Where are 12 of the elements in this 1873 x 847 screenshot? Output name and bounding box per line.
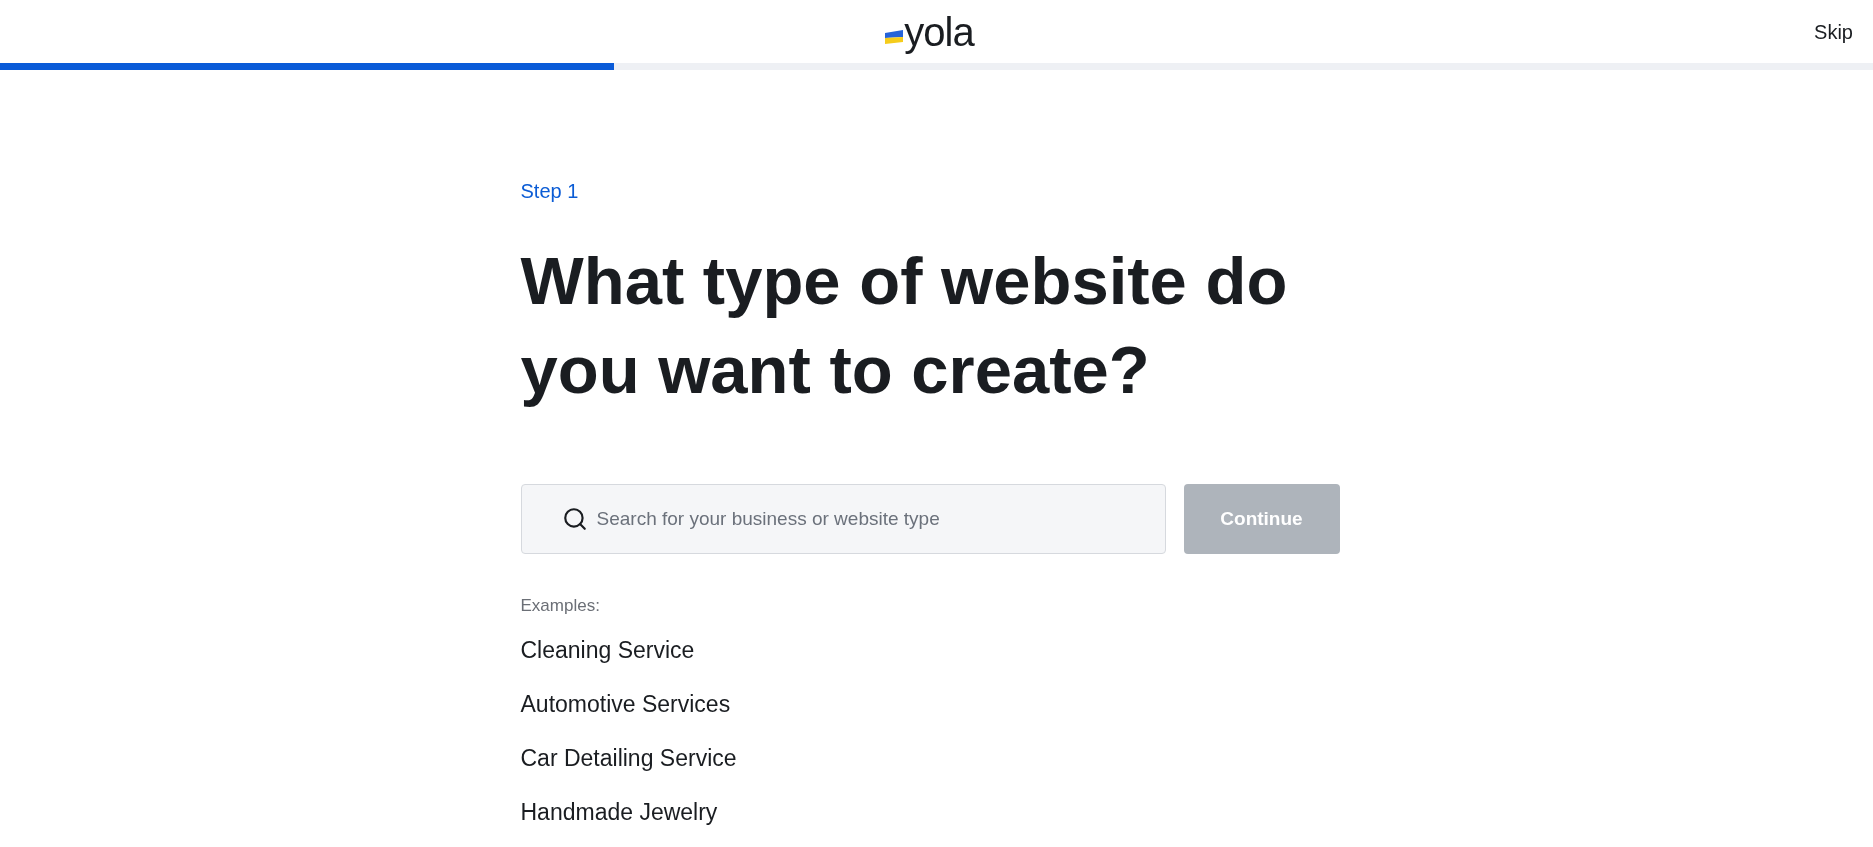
example-link[interactable]: Handmade Jewelry <box>520 796 718 828</box>
search-icon <box>561 506 588 532</box>
search-field[interactable]: Search for your business or website type <box>520 484 1166 554</box>
example-link[interactable]: Cleaning Service <box>520 634 695 666</box>
example-link[interactable]: Automotive Services <box>520 688 731 720</box>
flag-icon <box>885 29 904 44</box>
logo: yola <box>904 11 974 52</box>
skip-link[interactable]: Skip <box>1814 17 1853 46</box>
step-label: Step 1 <box>520 179 579 204</box>
example-link[interactable]: Car Detailing Service <box>520 742 737 774</box>
examples-label: Examples: <box>520 595 600 617</box>
page-heading: What type of website do you want to create? <box>520 242 1289 409</box>
